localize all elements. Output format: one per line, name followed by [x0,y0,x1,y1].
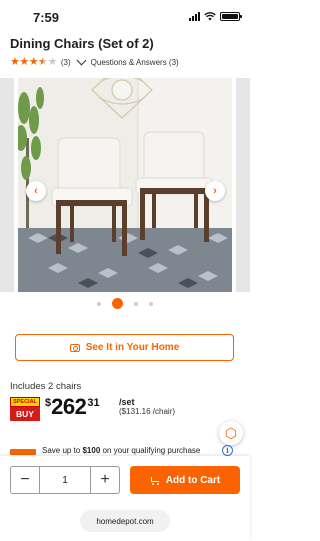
carousel-dots[interactable] [0,298,250,309]
url-text: homedepot.com [96,516,154,526]
cellular-signal-icon [189,12,200,21]
promo-amount: $100 [82,446,101,455]
includes-text: Includes 2 chairs [10,381,82,392]
product-image[interactable] [18,78,232,292]
review-count[interactable]: (3) [61,58,71,67]
status-icons [189,12,242,21]
next-image-peek [236,78,250,292]
price-dollars: 262 [51,394,87,419]
chevron-down-icon[interactable] [76,55,87,65]
star-half-icon: ★ [38,55,48,68]
see-it-in-your-home-button[interactable]: See It in Your Home [15,334,234,361]
star-empty-icon: ★ [47,55,58,68]
badge-bottom-text: BUY [10,407,40,421]
increase-quantity-button[interactable]: + [91,467,119,493]
star-icon: ★ [10,55,20,68]
badge-top-text: SPECIAL [10,397,40,407]
quantity-input[interactable]: 1 [39,467,91,493]
carousel-dot[interactable] [149,301,153,306]
price: $ 262 31 [45,394,100,420]
special-buy-badge: SPECIAL BUY [10,397,40,421]
browser-url-bar[interactable]: homedepot.com [80,510,170,532]
hexagon-icon[interactable]: ⬡ [219,421,243,445]
carousel-dot[interactable] [134,301,138,306]
decrease-quantity-button[interactable]: − [11,467,39,493]
status-bar: 7:59 [0,0,250,32]
info-icon[interactable]: i [222,445,233,456]
rating-row[interactable]: ★ ★ ★ ★ ★ (3) Questions & Answers (3) [10,55,179,68]
product-title: Dining Chairs (Set of 2) [10,36,154,51]
battery-icon [220,12,242,21]
questions-answers-link[interactable]: Questions & Answers (3) [91,58,179,67]
card-thumbnail-icon [10,449,36,455]
wifi-icon [204,12,216,21]
carousel-dot[interactable] [97,301,101,306]
price-cents: 31 [87,397,100,409]
dining-chairs-photo [18,78,232,292]
see-it-in-your-home-label: See It in Your Home [85,342,180,353]
promo-lead: Save up to [42,446,83,455]
carousel-dot[interactable] [112,298,123,309]
price-per-chair: ($131.16 /chair) [119,407,176,416]
chevron-left-icon: ‹ [34,185,38,197]
chevron-right-icon: › [213,185,217,197]
price-unit: /set [119,397,135,407]
star-icon: ★ [28,55,39,68]
promo-tail: on your qualifying purchase [100,446,201,455]
cart-icon [150,476,160,485]
next-image-button[interactable]: › [205,181,225,201]
quantity-stepper[interactable]: − 1 + [10,466,120,494]
status-time: 7:59 [33,10,60,25]
star-icon: ★ [19,55,29,68]
add-to-cart-label: Add to Cart [165,474,221,486]
star-rating: ★ ★ ★ ★ ★ [10,55,58,68]
previous-image-button[interactable]: ‹ [26,181,46,201]
promo-text: Save up to $100 on your qualifying purch… [42,446,200,455]
previous-image-peek [0,78,14,292]
add-to-cart-button[interactable]: Add to Cart [130,466,240,494]
camera-icon [69,343,80,352]
